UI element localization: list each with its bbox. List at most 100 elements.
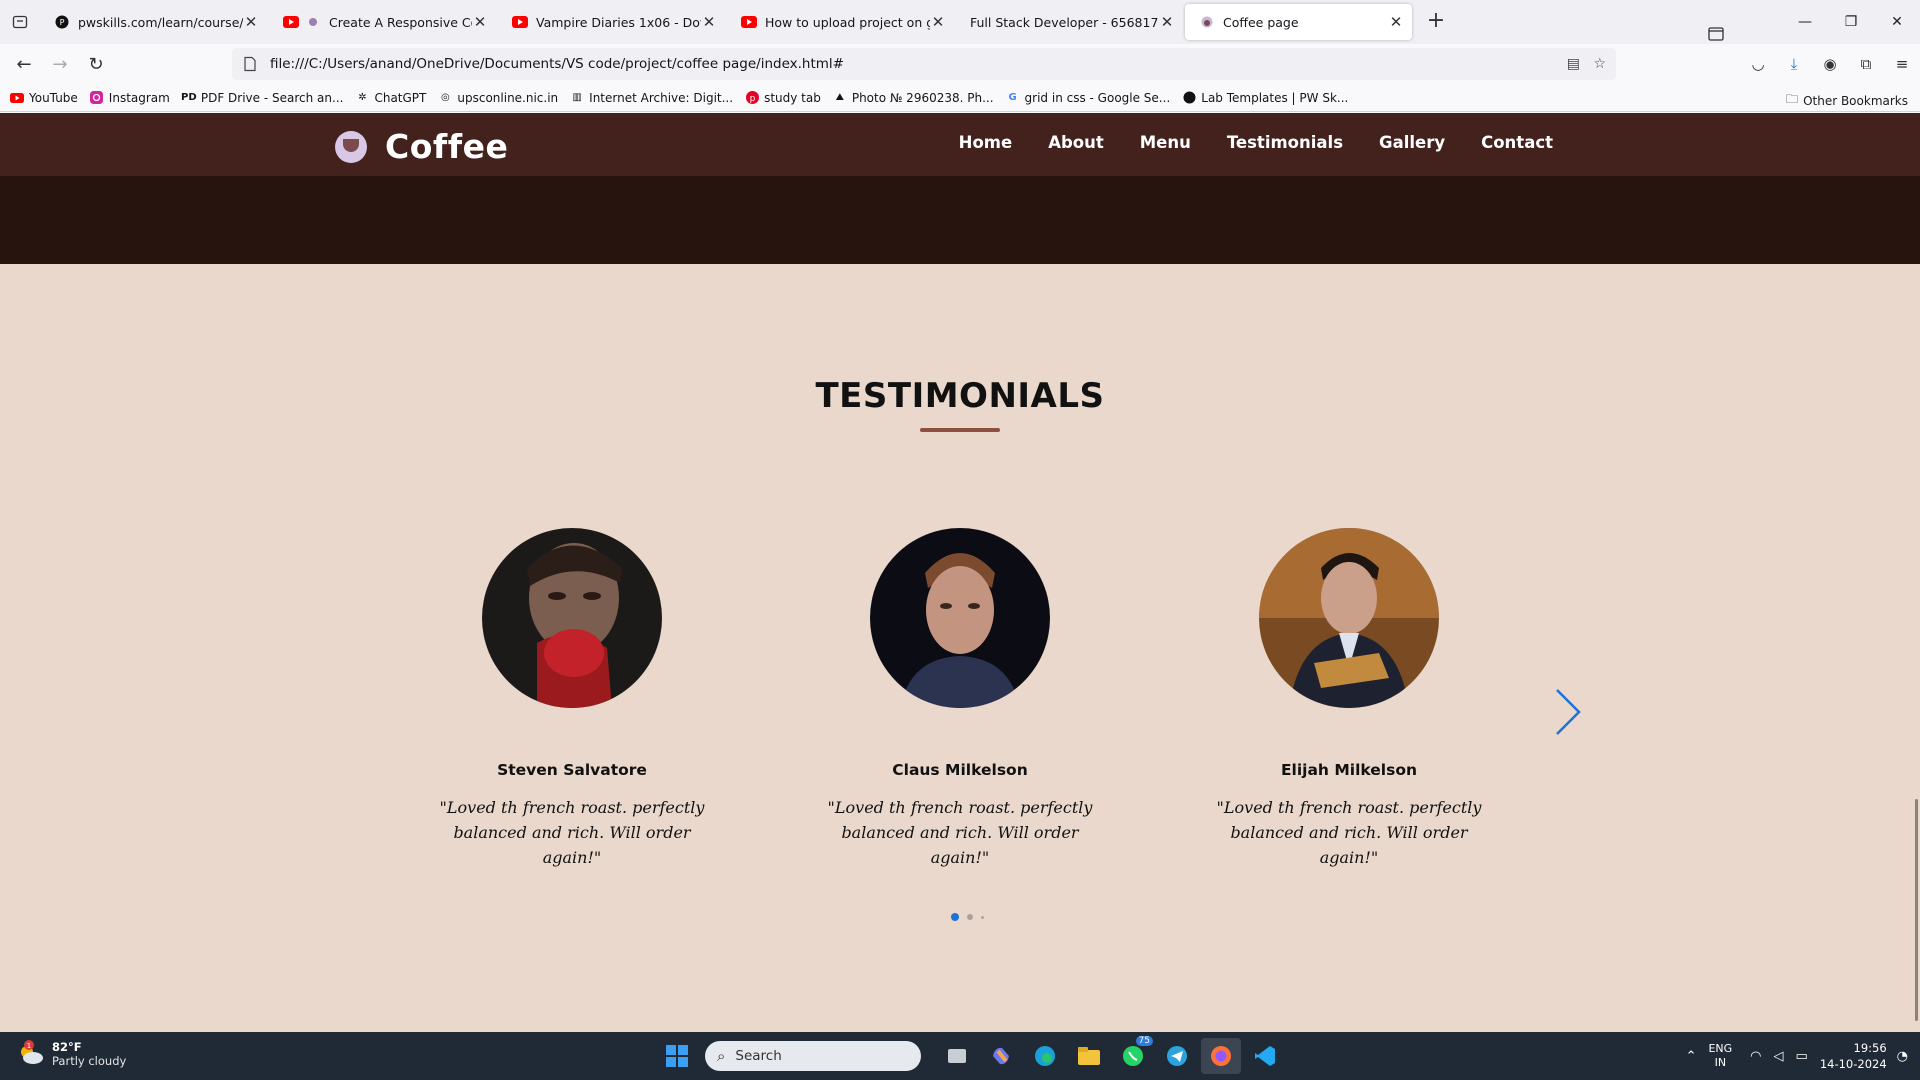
- close-tab-icon[interactable]: ✕: [1388, 14, 1404, 30]
- browser-tab[interactable]: P pwskills.com/learn/course/full- ✕: [40, 4, 267, 40]
- vscode-icon[interactable]: [1245, 1038, 1285, 1074]
- url-text[interactable]: file:///C:/Users/anand/OneDrive/Document…: [270, 56, 844, 72]
- whatsapp-icon[interactable]: 75: [1113, 1036, 1153, 1074]
- close-tab-icon[interactable]: ✕: [701, 14, 717, 30]
- wifi-icon[interactable]: ◠: [1750, 1049, 1761, 1064]
- pocket-icon[interactable]: ◡: [1740, 55, 1776, 73]
- search-placeholder: Search: [735, 1048, 782, 1064]
- file-explorer-icon[interactable]: [1069, 1038, 1109, 1074]
- carousel-next-arrow-icon[interactable]: [1547, 687, 1587, 737]
- coffee-favicon: [1199, 14, 1215, 30]
- bookmark-upsc[interactable]: ◎ upsconline.nic.in: [438, 91, 558, 105]
- reload-icon[interactable]: ↻: [78, 48, 114, 80]
- pinterest-icon: p: [745, 91, 759, 105]
- testimonial-quote: "Loved th french roast. perfectly balanc…: [1216, 798, 1482, 867]
- page-icon: [244, 56, 256, 72]
- back-icon[interactable]: ←: [6, 48, 42, 80]
- pagination-dot[interactable]: [981, 915, 984, 919]
- nav-menu[interactable]: Menu: [1140, 133, 1191, 152]
- bookmark-google[interactable]: Ggrid in css - Google Se...: [1006, 91, 1170, 105]
- close-tab-icon[interactable]: ✕: [1159, 14, 1175, 30]
- close-window-icon[interactable]: ✕: [1874, 0, 1920, 44]
- pagination-dot[interactable]: [967, 914, 973, 920]
- nav-contact[interactable]: Contact: [1481, 133, 1553, 152]
- reader-view-icon[interactable]: ▤: [1567, 56, 1580, 72]
- bookmark-pdfdrive[interactable]: PD PDF Drive - Search an...: [181, 91, 343, 105]
- archive-icon: ▥: [572, 92, 582, 103]
- tab-list-icon[interactable]: [0, 0, 40, 44]
- bookmark-photo[interactable]: ⛰ Photo № 2960238. Ph...: [833, 91, 994, 105]
- new-tab-icon[interactable]: +: [1420, 6, 1452, 38]
- language-indicator[interactable]: ENG IN: [1708, 1042, 1732, 1070]
- firefox-icon[interactable]: [1201, 1038, 1241, 1074]
- windows-start-icon[interactable]: [657, 1038, 697, 1074]
- close-tab-icon[interactable]: ✕: [930, 14, 946, 30]
- coffee-cup-icon: [335, 130, 367, 163]
- bookmarks-bar: YouTube Instagram PD PDF Drive - Search a…: [0, 84, 1920, 112]
- clock-time: 19:56: [1853, 1041, 1887, 1055]
- browser-tab[interactable]: How to upload project on githu ✕: [727, 4, 954, 40]
- nav-home[interactable]: Home: [959, 133, 1013, 152]
- pagination-dot-active[interactable]: [951, 913, 959, 921]
- tab-title: Coffee page: [1223, 14, 1299, 30]
- nav-about[interactable]: About: [1048, 133, 1104, 152]
- svg-text:P: P: [60, 18, 65, 27]
- bookmark-lab-templates[interactable]: Lab Templates | PW Sk...: [1182, 91, 1348, 105]
- youtube-icon: [283, 14, 299, 30]
- windows-taskbar: 1 82°F Partly cloudy ⌕ Search 75 ⌃ ENG I…: [0, 1032, 1920, 1080]
- search-icon: ⌕: [717, 1047, 726, 1065]
- account-icon[interactable]: ◉: [1812, 55, 1848, 73]
- partly-cloudy-icon: 1: [16, 1040, 44, 1068]
- testimonial-card: Steven Salvatore "Loved th french roast.…: [422, 528, 722, 870]
- bookmark-chatgpt[interactable]: ✲ ChatGPT: [355, 91, 426, 105]
- notification-bell-icon[interactable]: ◔: [1897, 1049, 1908, 1064]
- browser-tab-active[interactable]: Coffee page ✕: [1185, 4, 1412, 40]
- testimonial-name: Elijah Milkelson: [1280, 761, 1418, 779]
- testimonial-name: Claus Milkelson: [892, 761, 1028, 779]
- pwskills-icon: P: [54, 14, 70, 30]
- pdfdrive-icon: PD: [181, 92, 197, 103]
- instagram-icon: [90, 91, 104, 105]
- testimonial-name: Steven Salvatore: [497, 761, 647, 779]
- page-scrollbar[interactable]: [1915, 799, 1918, 1021]
- forward-icon[interactable]: →: [42, 48, 78, 80]
- chatgpt-icon: ✲: [358, 92, 367, 103]
- browser-tab[interactable]: Create A Responsive Coffee ✕: [269, 4, 496, 40]
- minimize-icon[interactable]: —: [1782, 0, 1828, 44]
- close-tab-icon[interactable]: ✕: [472, 14, 488, 30]
- task-view-icon[interactable]: [937, 1038, 977, 1074]
- browser-tab[interactable]: Full Stack Developer - 6568179250c2 ✕: [956, 4, 1183, 40]
- bookmark-youtube[interactable]: YouTube: [10, 91, 78, 105]
- bookmark-star-icon[interactable]: ☆: [1593, 56, 1606, 72]
- nav-gallery[interactable]: Gallery: [1379, 133, 1445, 152]
- testimonial-quote: "Loved th french roast. perfectly balanc…: [827, 798, 1093, 867]
- restore-icon[interactable]: ❐: [1828, 0, 1874, 44]
- telegram-icon[interactable]: [1157, 1038, 1197, 1074]
- taskbar-search[interactable]: ⌕ Search: [705, 1041, 921, 1071]
- downloads-icon[interactable]: ⤓: [1776, 55, 1812, 73]
- volume-icon[interactable]: ◁: [1774, 1049, 1784, 1064]
- weather-temp: 82°F: [52, 1040, 82, 1054]
- testimonial-card: Elijah Milkelson "Loved th french roast.…: [1199, 528, 1499, 870]
- bookmark-archive[interactable]: ▥ Internet Archive: Digit...: [570, 91, 733, 105]
- other-bookmarks[interactable]: 🗀 Other Bookmarks: [1786, 90, 1908, 111]
- edge-icon[interactable]: [1025, 1038, 1065, 1074]
- url-bar[interactable]: file:///C:/Users/anand/OneDrive/Document…: [232, 48, 1616, 80]
- bookmark-instagram[interactable]: Instagram: [90, 91, 170, 105]
- copilot-icon[interactable]: [981, 1038, 1021, 1074]
- weather-widget[interactable]: 1 82°F Partly cloudy: [16, 1040, 126, 1068]
- photo-icon: ⛰: [835, 92, 845, 103]
- extensions-icon[interactable]: ⧉: [1848, 55, 1884, 73]
- tab-title: Vampire Diaries 1x06 - Down ( J: [536, 14, 701, 30]
- close-tab-icon[interactable]: ✕: [243, 14, 259, 30]
- pwskills-icon: [1182, 91, 1196, 105]
- chevron-up-icon[interactable]: ⌃: [1686, 1049, 1697, 1064]
- folder-icon: 🗀: [1786, 92, 1799, 106]
- nav-testimonials[interactable]: Testimonials: [1227, 133, 1343, 152]
- menu-icon[interactable]: ≡: [1884, 55, 1920, 73]
- bookmark-study-tab[interactable]: p study tab: [745, 91, 821, 105]
- battery-icon[interactable]: ▭: [1796, 1049, 1808, 1064]
- site-logo[interactable]: Coffee: [335, 127, 508, 166]
- clock[interactable]: 19:56 14-10-2024: [1820, 1040, 1887, 1072]
- browser-tab[interactable]: Vampire Diaries 1x06 - Down ( J ✕: [498, 4, 725, 40]
